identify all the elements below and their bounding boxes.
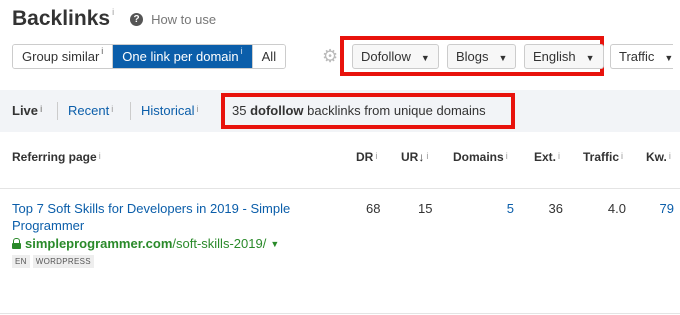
row-divider	[0, 313, 680, 314]
info-icon: i	[375, 151, 378, 161]
tab-historical[interactable]: Historical i	[141, 103, 198, 119]
info-icon: i	[196, 104, 199, 114]
title-info-icon[interactable]: i	[112, 6, 114, 18]
info-icon: i	[558, 151, 561, 161]
info-icon: i	[240, 46, 243, 56]
url-path: /soft-skills-2019/	[172, 236, 267, 251]
info-icon: i	[40, 104, 43, 114]
column-kw[interactable]: Kw. i	[646, 150, 671, 164]
summary-type: dofollow	[250, 103, 304, 118]
link-type-dropdown[interactable]: Dofollow ▼	[352, 44, 439, 69]
caret-down-icon: ▼	[664, 53, 674, 63]
info-icon: i	[111, 104, 114, 114]
tab-divider	[57, 102, 58, 120]
domains-value-link[interactable]: 5	[500, 201, 514, 216]
column-label: Domains	[453, 150, 504, 164]
summary-text: backlinks from unique domains	[303, 103, 486, 118]
column-referring-page[interactable]: Referring page i	[12, 150, 101, 164]
language-dropdown[interactable]: English ▼	[524, 44, 604, 69]
traffic-value: 4.0	[607, 201, 626, 216]
info-icon: i	[101, 46, 104, 56]
caret-down-icon: ▼	[498, 53, 508, 63]
tab-divider	[130, 102, 131, 120]
how-to-use-label: How to use	[151, 12, 217, 27]
row-tags: EN WORDPRESS	[12, 255, 97, 268]
category-dropdown[interactable]: Blogs ▼	[447, 44, 517, 69]
column-label: Ext.	[534, 150, 557, 164]
traffic-value: Traffic	[619, 49, 655, 64]
tab-historical-label: Historical	[141, 103, 195, 118]
info-icon: i	[426, 151, 429, 161]
ext-value: 36	[548, 201, 563, 216]
caret-down-icon[interactable]: ▼	[270, 239, 279, 249]
tab-recent-label: Recent	[68, 103, 110, 118]
caret-down-icon: ▼	[420, 53, 430, 63]
dr-value: 68	[366, 201, 381, 216]
language-tag: EN	[12, 255, 30, 268]
category-value: Blogs	[456, 49, 489, 64]
sort-down-icon: ↓	[418, 150, 425, 164]
column-dr[interactable]: DR i	[356, 150, 377, 164]
referring-page-url[interactable]: simpleprogrammer.com/soft-skills-2019/ ▼	[12, 236, 279, 251]
header-divider	[0, 188, 680, 189]
caret-down-icon: ▼	[585, 53, 595, 63]
header: Backlinks i ? How to use	[12, 6, 216, 36]
keywords-value-link[interactable]: 79	[656, 201, 674, 216]
group-similar-button[interactable]: Group similar i	[13, 45, 114, 68]
all-button[interactable]: All	[252, 45, 286, 68]
grouping-segmented-control: Group similar i One link per domain i All	[12, 44, 287, 69]
gear-icon[interactable]: ⚙	[322, 47, 340, 65]
url-domain: simpleprogrammer.com	[25, 236, 173, 251]
column-ur[interactable]: UR↓ i	[401, 150, 428, 164]
summary-count: 35	[232, 103, 247, 118]
one-link-per-domain-label: One link per domain	[122, 49, 239, 64]
traffic-dropdown[interactable]: Traffic ▼	[610, 44, 674, 69]
link-type-value: Dofollow	[361, 49, 411, 64]
column-label: DR	[356, 150, 374, 164]
column-domains[interactable]: Domains i	[453, 150, 508, 164]
referring-page-title-link[interactable]: Top 7 Soft Skills for Developers in 2019…	[12, 200, 322, 234]
info-icon: i	[98, 151, 101, 161]
column-ext[interactable]: Ext. i	[534, 150, 560, 164]
column-label: UR	[401, 150, 419, 164]
tab-live[interactable]: Live i	[12, 103, 43, 119]
help-icon: ?	[130, 13, 144, 26]
language-value: English	[533, 49, 576, 64]
info-icon: i	[505, 151, 508, 161]
page-title: Backlinks	[12, 7, 111, 30]
tab-live-label: Live	[12, 103, 39, 118]
backlinks-summary: 35 dofollow backlinks from unique domain…	[232, 103, 486, 118]
one-link-per-domain-button[interactable]: One link per domain i	[113, 45, 253, 68]
column-label: Referring page	[12, 150, 97, 164]
info-icon: i	[668, 151, 671, 161]
platform-tag: WORDPRESS	[32, 255, 94, 268]
lock-icon	[12, 238, 21, 249]
column-label: Kw.	[646, 150, 667, 164]
ur-value: 15	[418, 201, 433, 216]
how-to-use-link[interactable]: ? How to use	[130, 12, 216, 27]
group-similar-label: Group similar	[22, 49, 100, 64]
all-label: All	[261, 49, 277, 64]
info-icon: i	[621, 151, 624, 161]
column-label: Traffic	[583, 150, 620, 164]
tab-recent[interactable]: Recent i	[68, 103, 113, 119]
column-traffic[interactable]: Traffic i	[583, 150, 623, 164]
